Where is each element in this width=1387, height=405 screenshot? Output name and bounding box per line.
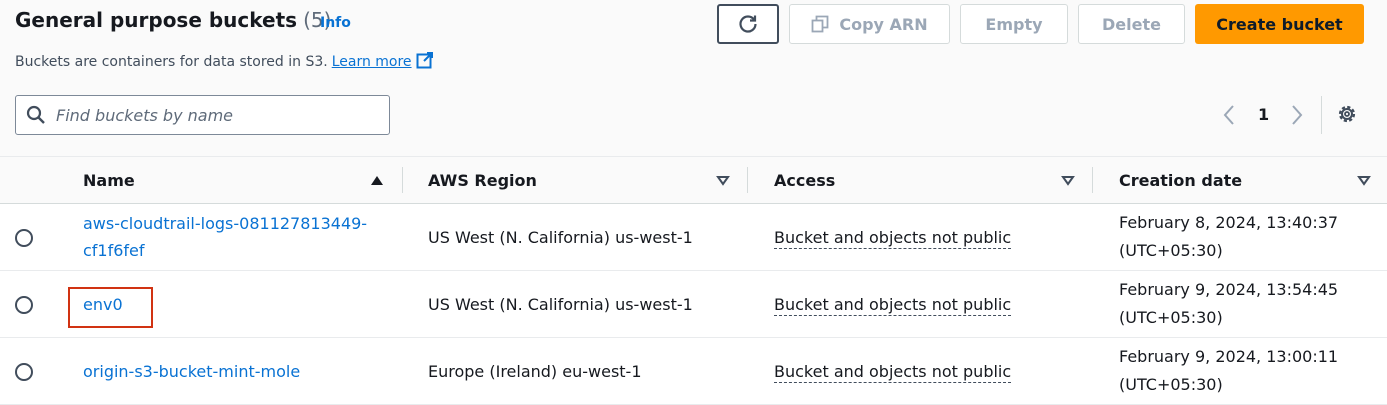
- next-page-chevron-icon[interactable]: [1288, 103, 1306, 127]
- external-link-icon: [416, 51, 434, 73]
- column-header-region[interactable]: AWS Region: [428, 171, 537, 190]
- sort-caret-down-icon[interactable]: [716, 173, 730, 187]
- bucket-name-link[interactable]: env0: [83, 291, 393, 318]
- create-bucket-button[interactable]: Create bucket: [1195, 4, 1364, 44]
- table-header: Name AWS Region Access Creation date: [0, 156, 1387, 204]
- column-divider: [747, 167, 748, 193]
- description-text: Buckets are containers for data stored i…: [15, 54, 328, 70]
- row-select-radio[interactable]: [15, 296, 33, 314]
- column-header-creation-date[interactable]: Creation date: [1119, 171, 1242, 190]
- sort-ascending-icon[interactable]: [370, 173, 384, 187]
- refresh-icon: [739, 15, 757, 33]
- empty-button[interactable]: Empty: [960, 4, 1068, 44]
- search-icon: [26, 105, 46, 125]
- copy-arn-button[interactable]: Copy ARN: [789, 4, 950, 44]
- bucket-access[interactable]: Bucket and objects not public: [774, 228, 1012, 249]
- bucket-creation-date: February 8, 2024, 13:40:37 (UTC+05:30): [1119, 213, 1339, 260]
- bucket-name-link[interactable]: aws-cloudtrail-logs-081127813449-cf1f6fe…: [83, 210, 393, 264]
- search-field[interactable]: [15, 95, 390, 135]
- copy-arn-label: Copy ARN: [839, 14, 928, 34]
- page-description: Buckets are containers for data stored i…: [15, 51, 434, 73]
- previous-page-chevron-icon[interactable]: [1220, 103, 1238, 127]
- delete-button[interactable]: Delete: [1078, 4, 1185, 44]
- bucket-region: US West (N. California) us-west-1: [428, 295, 693, 314]
- learn-more-link[interactable]: Learn more: [332, 54, 412, 70]
- bucket-region: Europe (Ireland) eu-west-1: [428, 362, 642, 381]
- refresh-button[interactable]: [717, 4, 779, 44]
- column-divider: [1092, 167, 1093, 193]
- table-row[interactable]: aws-cloudtrail-logs-081127813449-cf1f6fe…: [0, 204, 1387, 271]
- bucket-name-link[interactable]: origin-s3-bucket-mint-mole: [83, 358, 393, 385]
- page-title: General purpose buckets (5): [15, 8, 331, 32]
- copy-icon: [811, 15, 829, 33]
- column-header-name[interactable]: Name: [83, 171, 135, 190]
- row-select-radio[interactable]: [15, 363, 33, 381]
- search-input[interactable]: [56, 105, 376, 125]
- sort-caret-down-icon[interactable]: [1061, 173, 1075, 187]
- pagination-divider: [1321, 96, 1322, 134]
- settings-gear-icon[interactable]: [1336, 103, 1358, 125]
- sort-caret-down-icon[interactable]: [1357, 173, 1371, 187]
- bucket-creation-date: February 9, 2024, 13:00:11 (UTC+05:30): [1119, 347, 1339, 394]
- row-select-radio[interactable]: [15, 229, 33, 247]
- bucket-access[interactable]: Bucket and objects not public: [774, 295, 1012, 316]
- column-divider: [402, 167, 403, 193]
- table-row[interactable]: origin-s3-bucket-mint-mole Europe (Irela…: [0, 338, 1387, 405]
- current-page-number[interactable]: 1: [1258, 105, 1269, 124]
- page-title-text: General purpose buckets: [15, 8, 298, 32]
- table-row[interactable]: env0 US West (N. California) us-west-1 B…: [0, 271, 1387, 338]
- page-header: General purpose buckets (5) Info Buckets …: [0, 0, 1387, 156]
- bucket-creation-date: February 9, 2024, 13:54:45 (UTC+05:30): [1119, 280, 1339, 327]
- bucket-access[interactable]: Bucket and objects not public: [774, 362, 1012, 383]
- bucket-region: US West (N. California) us-west-1: [428, 228, 693, 247]
- column-header-access[interactable]: Access: [774, 171, 835, 190]
- info-link[interactable]: Info: [320, 15, 351, 31]
